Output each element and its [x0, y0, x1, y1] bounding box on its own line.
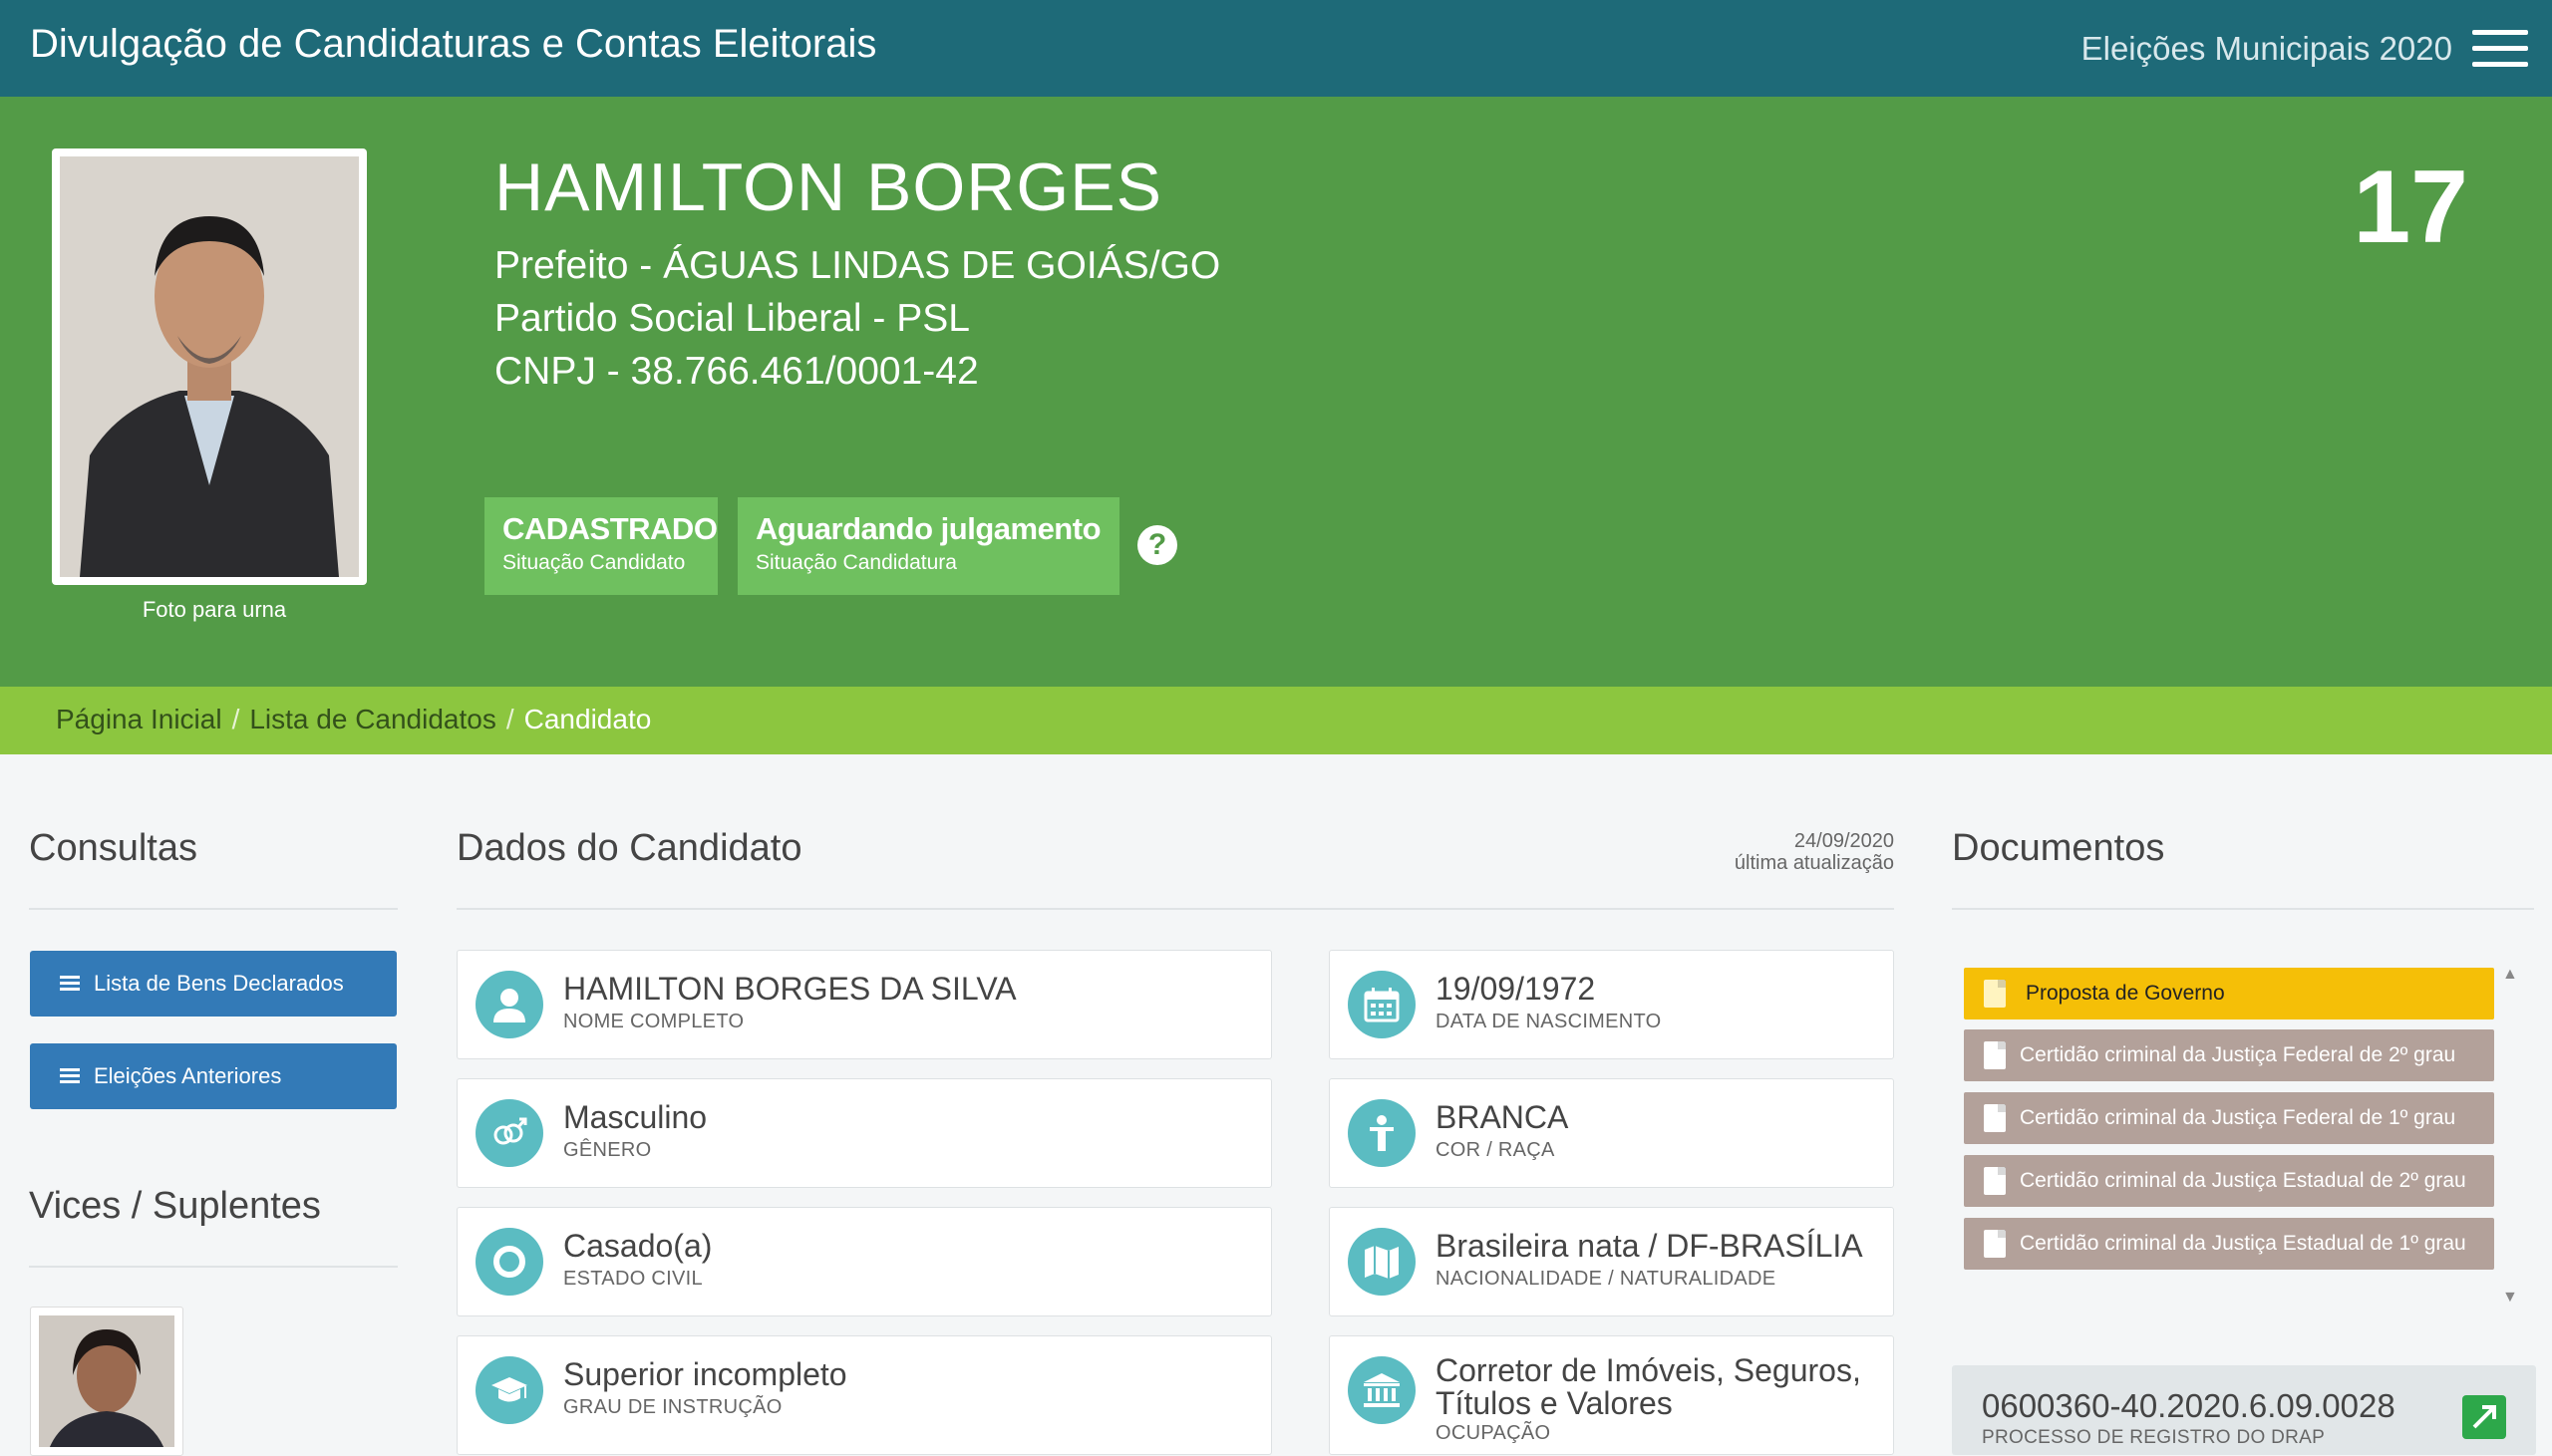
consultas-title: Consultas [29, 827, 197, 869]
field-ocupacao: Corretor de Imóveis, Seguros, Títulos e … [1329, 1335, 1894, 1455]
election-label: Eleições Municipais 2020 [2080, 30, 2452, 67]
divider [457, 908, 1894, 910]
status-candidacy-badge: Aguardando julgamento Situação Candidatu… [738, 497, 1119, 595]
update-label: última atualização [1734, 852, 1894, 874]
vice-photo[interactable] [30, 1307, 183, 1456]
person-icon [1348, 1099, 1416, 1167]
menu-icon[interactable] [2472, 30, 2528, 68]
last-update: 24/09/2020 última atualização [1735, 830, 1894, 874]
breadcrumb-current: Candidato [523, 704, 652, 734]
status-candidate-value: CADASTRADO [502, 511, 718, 546]
doc-certidao-federal-1[interactable]: Certidão criminal da Justiça Federal de … [1964, 1092, 2494, 1144]
divider [1952, 908, 2534, 910]
update-date: 24/09/2020 [1793, 830, 1894, 852]
calendar-icon [1348, 971, 1416, 1038]
doc-proposta-governo[interactable]: Proposta de Governo [1964, 968, 2494, 1019]
map-icon [1348, 1228, 1416, 1296]
list-icon [60, 976, 80, 992]
bank-icon [1348, 1356, 1416, 1424]
scroll-up-icon[interactable]: ▲ [2502, 966, 2518, 984]
bens-declarados-button[interactable]: Lista de Bens Declarados [30, 951, 397, 1017]
dados-title: Dados do Candidato [457, 827, 802, 869]
candidate-office: Prefeito - ÁGUAS LINDAS DE GOIÁS/GO [494, 244, 1221, 287]
status-candidacy-label: Situação Candidatura [756, 551, 957, 574]
status-candidacy-value: Aguardando julgamento [756, 511, 1102, 546]
help-icon[interactable]: ? [1137, 525, 1177, 565]
field-nacionalidade: Brasileira nata / DF-BRASÍLIA NACIONALID… [1329, 1207, 1894, 1316]
eleicoes-anteriores-button[interactable]: Eleições Anteriores [30, 1043, 397, 1109]
divider [29, 908, 398, 910]
candidate-portrait [60, 156, 359, 577]
field-nome-completo: HAMILTON BORGES DA SILVA NOME COMPLETO [457, 950, 1272, 1059]
vices-title: Vices / Suplentes [29, 1185, 321, 1227]
candidate-name: HAMILTON BORGES [494, 149, 1162, 225]
list-icon [60, 1068, 80, 1084]
site-title[interactable]: Divulgação de Candidaturas e Contas Elei… [30, 22, 876, 67]
file-icon [1984, 1041, 2006, 1069]
user-icon [476, 971, 543, 1038]
external-link-icon[interactable] [2462, 1395, 2506, 1439]
graduation-cap-icon [476, 1356, 543, 1424]
vice-portrait [39, 1315, 174, 1447]
file-icon [1984, 1230, 2006, 1258]
doc-certidao-estadual-1[interactable]: Certidão criminal da Justiça Estadual de… [1964, 1218, 2494, 1270]
file-icon [1984, 1167, 2006, 1195]
ring-icon [476, 1228, 543, 1296]
field-cor-raca: BRANCA COR / RAÇA [1329, 1078, 1894, 1188]
doc-certidao-estadual-2[interactable]: Certidão criminal da Justiça Estadual de… [1964, 1155, 2494, 1207]
candidate-cnpj: CNPJ - 38.766.461/0001-42 [494, 350, 979, 393]
candidate-photo [52, 148, 367, 585]
breadcrumb-home[interactable]: Página Inicial [56, 704, 222, 734]
process-number: 0600360-40.2020.6.09.0028 [1982, 1387, 2395, 1424]
candidate-number: 17 [2353, 149, 2468, 265]
doc-certidao-federal-2[interactable]: Certidão criminal da Justiça Federal de … [1964, 1029, 2494, 1081]
status-candidate-label: Situação Candidato [502, 551, 686, 574]
field-grau-instrucao: Superior incompleto GRAU DE INSTRUÇÃO [457, 1335, 1272, 1455]
candidate-header: Foto para urna HAMILTON BORGES Prefeito … [0, 97, 2552, 687]
file-icon [1984, 980, 2006, 1008]
top-bar: Divulgação de Candidaturas e Contas Elei… [0, 0, 2552, 97]
candidate-party: Partido Social Liberal - PSL [494, 297, 970, 340]
field-data-nascimento: 19/09/1972 DATA DE NASCIMENTO [1329, 950, 1894, 1059]
scroll-down-icon[interactable]: ▼ [2502, 1289, 2518, 1307]
photo-caption: Foto para urna [142, 597, 287, 622]
process-card: 0600360-40.2020.6.09.0028 PROCESSO DE RE… [1952, 1365, 2536, 1455]
status-candidate-badge: CADASTRADO Situação Candidato [484, 497, 718, 595]
breadcrumb: Página Inicial / Lista de Candidatos / Candi… [0, 687, 2552, 754]
breadcrumb-list[interactable]: Lista de Candidatos [249, 704, 496, 734]
divider [29, 1266, 398, 1268]
field-estado-civil: Casado(a) ESTADO CIVIL [457, 1207, 1272, 1316]
gender-icon [476, 1099, 543, 1167]
documentos-title: Documentos [1952, 827, 2165, 869]
file-icon [1984, 1104, 2006, 1132]
field-genero: Masculino GÊNERO [457, 1078, 1272, 1188]
documents-list: Proposta de Governo Certidão criminal da… [1952, 950, 2532, 1328]
